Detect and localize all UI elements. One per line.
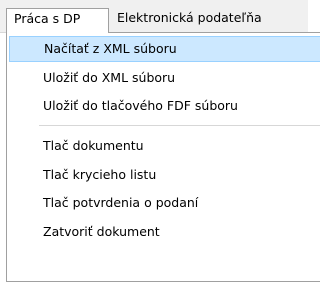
- menu-praca-s-dp[interactable]: Práca s DP: [6, 8, 109, 33]
- menu-bar: Práca s DP Elektronická podateľňa: [0, 0, 308, 33]
- menu-separator: [39, 125, 320, 126]
- menu-item-print-cover-sheet[interactable]: Tlač krycieho listu: [9, 162, 320, 188]
- menu-item-print-submission-confirmation[interactable]: Tlač potvrdenia o podaní: [9, 190, 320, 216]
- praca-s-dp-dropdown: Načítať z XML súboru Uložiť do XML súbor…: [6, 32, 320, 282]
- menu-item-close-document[interactable]: Zatvoriť dokument: [9, 219, 320, 245]
- menu-elektronicka-podatelna[interactable]: Elektronická podateľňa: [110, 8, 269, 30]
- menu-item-load-xml[interactable]: Načítať z XML súboru: [9, 36, 320, 62]
- menu-item-save-fdf[interactable]: Uložiť do tlačového FDF súboru: [9, 93, 320, 119]
- menu-item-save-xml[interactable]: Uložiť do XML súboru: [9, 65, 320, 91]
- menu-item-print-document[interactable]: Tlač dokumentu: [9, 133, 320, 159]
